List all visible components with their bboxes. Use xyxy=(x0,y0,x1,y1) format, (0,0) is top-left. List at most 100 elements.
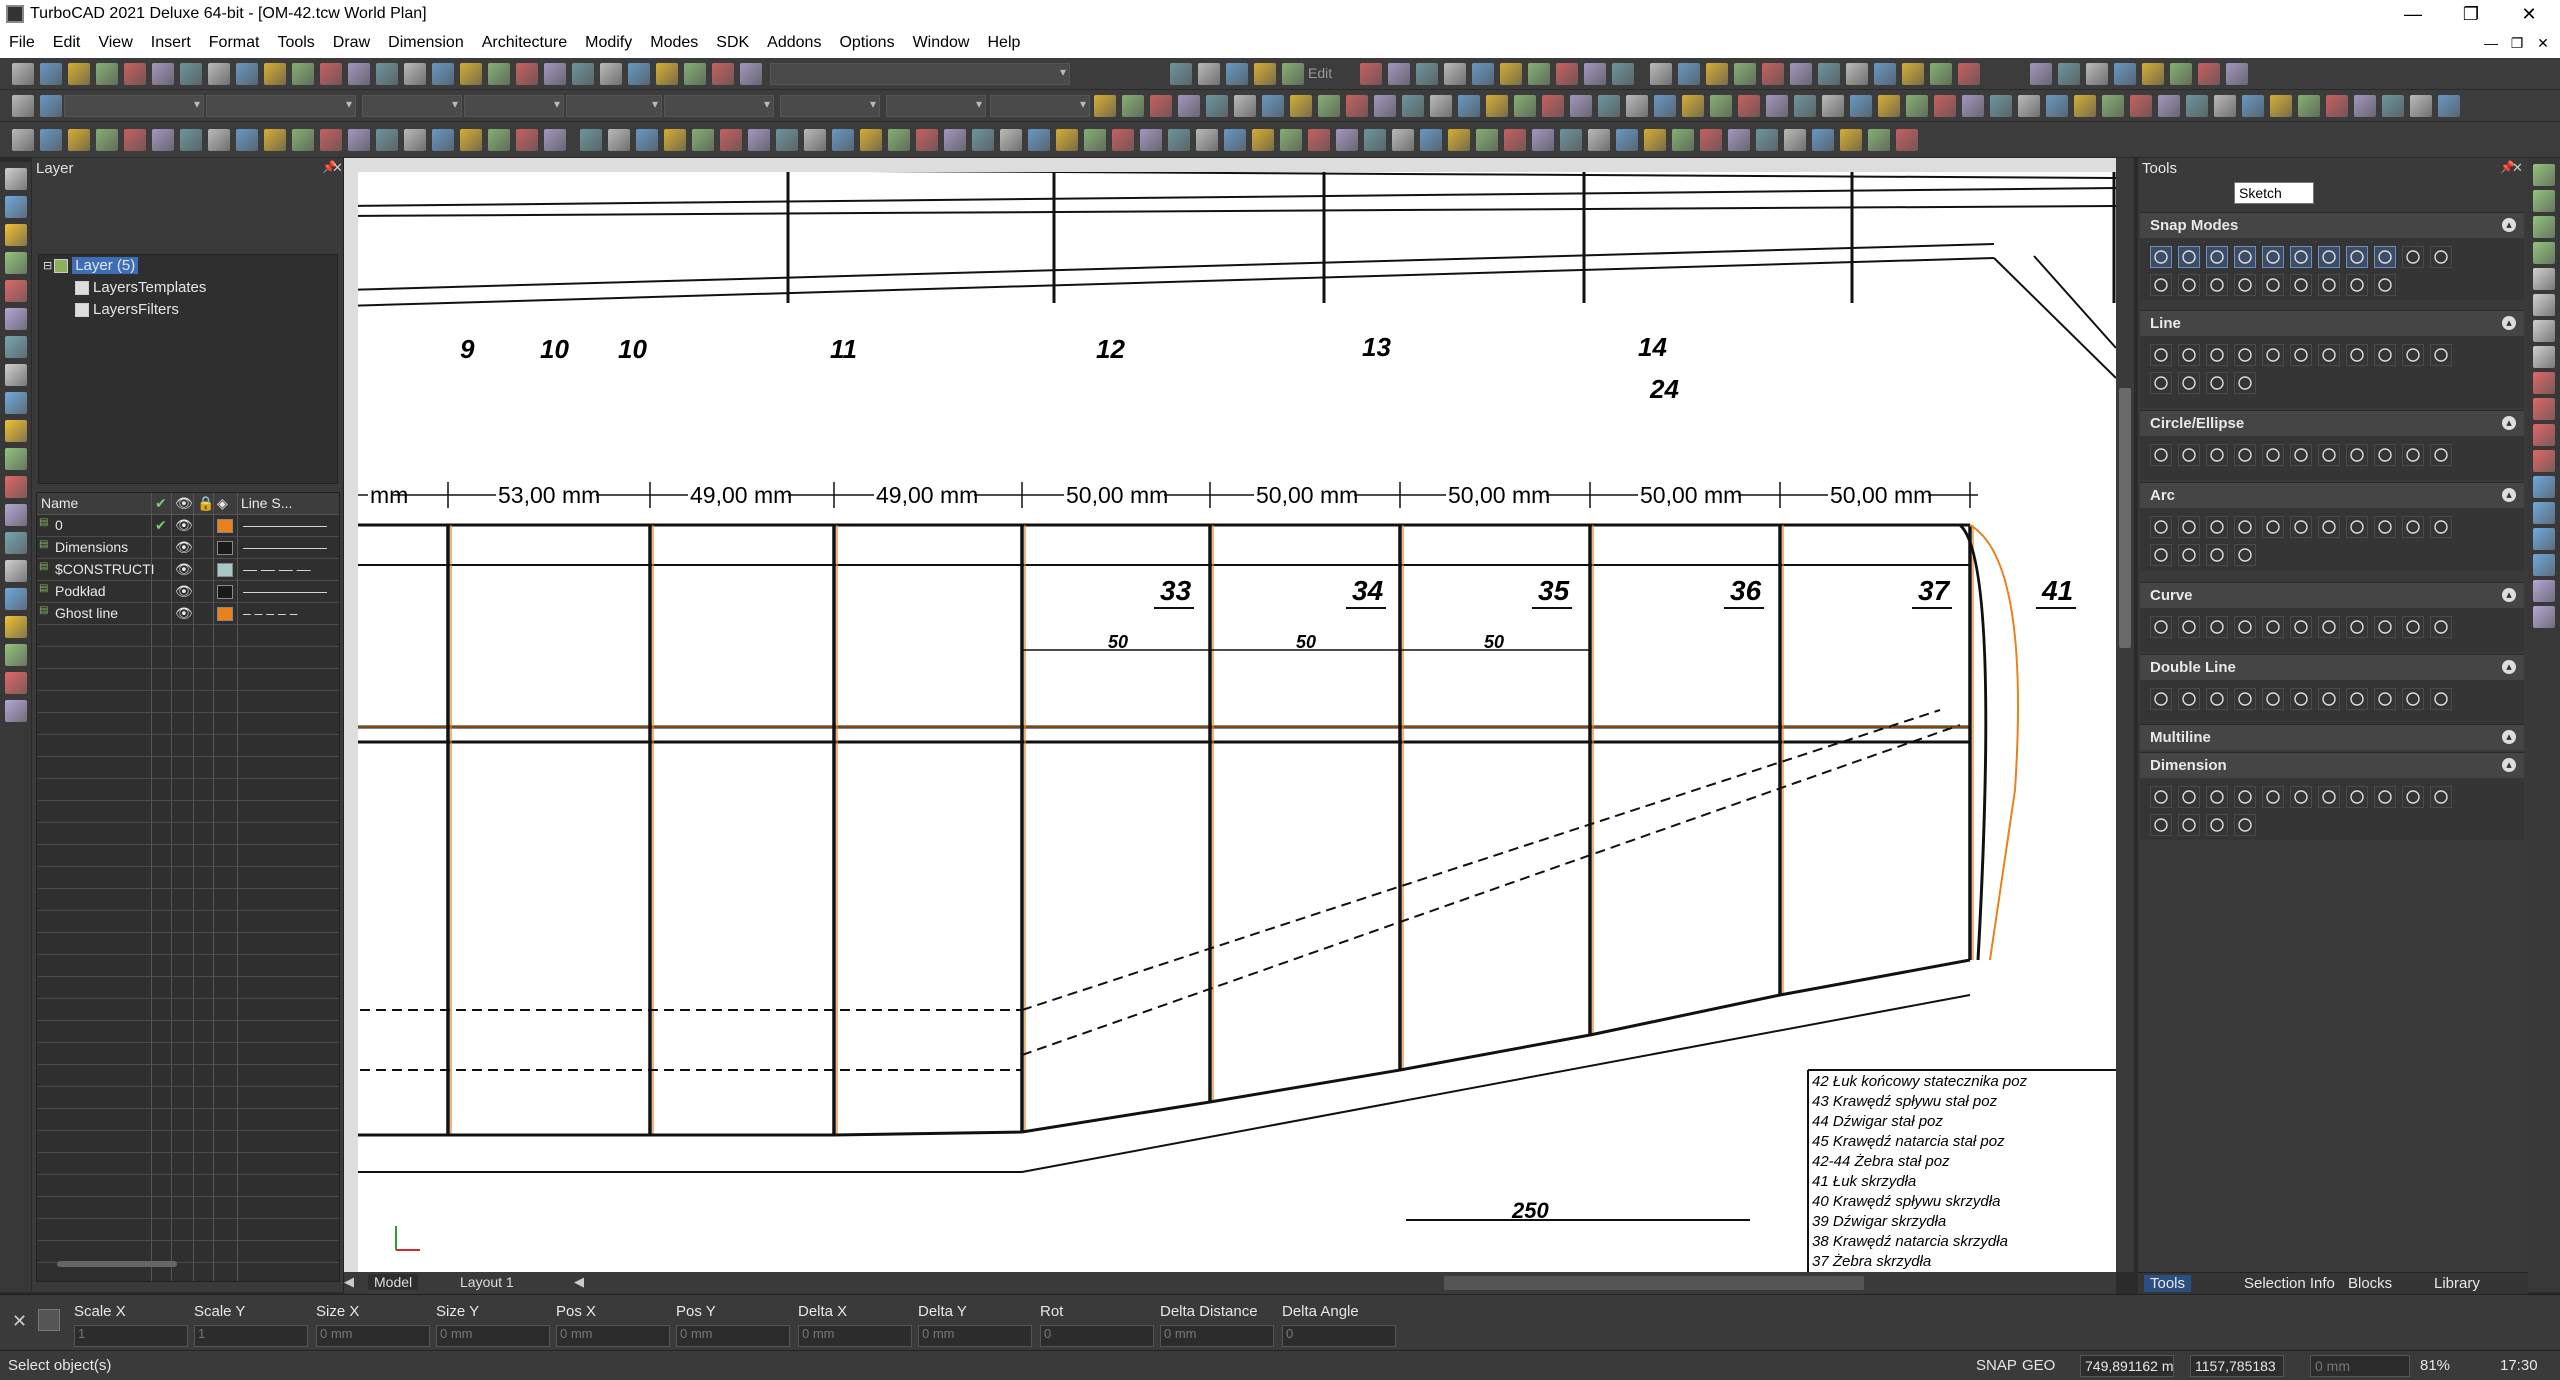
visible-eye-icon[interactable]: 👁 xyxy=(175,539,193,556)
toolbar-tool-icon[interactable] xyxy=(208,129,230,151)
ruler-left[interactable] xyxy=(344,158,358,1290)
toolbar-tool-icon[interactable] xyxy=(2226,63,2248,85)
panel-close-icon[interactable]: ✕ xyxy=(332,160,343,176)
layer-linestyle[interactable]: —————— xyxy=(243,539,327,555)
tool-icon[interactable] xyxy=(2262,444,2284,466)
section-collapse-icon[interactable]: ▴ xyxy=(2502,488,2516,502)
brush-combo[interactable] xyxy=(886,95,986,117)
tool-section-header[interactable]: Circle/Ellipse ▴ xyxy=(2140,410,2524,436)
tool-icon[interactable] xyxy=(2150,274,2172,296)
inspector-input[interactable]: 0 mm xyxy=(316,1325,430,1347)
toolbar-tool-icon[interactable] xyxy=(888,129,910,151)
tool-icon[interactable] xyxy=(2206,786,2228,808)
coord-x-field[interactable]: 749,891162 m xyxy=(2080,1355,2174,1377)
toolbar-tool-icon[interactable] xyxy=(236,63,258,85)
tool-icon[interactable] xyxy=(2290,246,2312,268)
toolbar-tool-icon[interactable] xyxy=(2086,63,2108,85)
tool-icon[interactable] xyxy=(2234,246,2256,268)
tool-icon[interactable] xyxy=(2402,688,2424,710)
mode-combo[interactable]: Sketch xyxy=(2234,182,2314,204)
toolbar-tool-icon[interactable] xyxy=(68,129,90,151)
transparency-combo[interactable] xyxy=(990,95,1090,117)
left-tool-icon[interactable] xyxy=(5,448,27,470)
tool-icon[interactable] xyxy=(2318,616,2340,638)
inspector-input[interactable]: 0 xyxy=(1040,1325,1154,1347)
toolbar-tool-icon[interactable] xyxy=(1122,95,1144,117)
tools-close-icon[interactable]: ✕ xyxy=(2512,160,2523,176)
tool-icon[interactable] xyxy=(2374,688,2396,710)
menu-draw[interactable]: Draw xyxy=(324,34,379,52)
tool-icon[interactable] xyxy=(2234,616,2256,638)
toolbar-tool-icon[interactable] xyxy=(2242,95,2264,117)
left-tool-icon[interactable] xyxy=(5,392,27,414)
tab-scroll-icon[interactable]: ◀ xyxy=(574,1274,584,1290)
toolbar-tool-icon[interactable] xyxy=(1616,129,1638,151)
tool-icon[interactable] xyxy=(2318,688,2340,710)
toolbar-tool-icon[interactable] xyxy=(1958,63,1980,85)
menu-modify[interactable]: Modify xyxy=(576,34,641,52)
toolbar-tool-icon[interactable] xyxy=(2158,95,2180,117)
tool-icon[interactable] xyxy=(2402,516,2424,538)
tab-model[interactable]: Model xyxy=(368,1274,419,1290)
right-strip-icon[interactable] xyxy=(2533,216,2555,238)
tool-icon[interactable] xyxy=(2206,688,2228,710)
scale-combo[interactable] xyxy=(566,95,662,117)
active-check-icon[interactable]: ✔ xyxy=(155,517,167,534)
toolbar-tool-icon[interactable] xyxy=(1254,63,1276,85)
toolbar-tool-icon[interactable] xyxy=(1262,95,1284,117)
tool-icon[interactable] xyxy=(2150,344,2172,366)
toolbar-tool-icon[interactable] xyxy=(712,63,734,85)
menu-tools[interactable]: Tools xyxy=(268,34,323,52)
toolbar-tool-icon[interactable] xyxy=(1458,95,1480,117)
col-color-icon[interactable]: ◈ xyxy=(217,495,228,512)
tool-icon[interactable] xyxy=(2150,372,2172,394)
toolbar-tool-icon[interactable] xyxy=(2114,63,2136,85)
toolbar-tool-icon[interactable] xyxy=(2186,95,2208,117)
toolbar-tool-icon[interactable] xyxy=(1402,95,1424,117)
linewidth-combo[interactable] xyxy=(362,95,462,117)
toolbar-tool-icon[interactable] xyxy=(96,129,118,151)
toolbar-tool-icon[interactable] xyxy=(516,63,538,85)
toolbar-tool-icon[interactable] xyxy=(376,63,398,85)
collapse-icon[interactable]: ⊟ xyxy=(43,259,52,272)
tool-icon[interactable] xyxy=(2318,344,2340,366)
toolbar-tool-icon[interactable] xyxy=(1112,129,1134,151)
toolbar-tool-icon[interactable] xyxy=(1388,63,1410,85)
toolbar-tool-icon[interactable] xyxy=(972,129,994,151)
toolbar-tool-icon[interactable] xyxy=(1392,129,1414,151)
tab-selection-info[interactable]: Selection Info xyxy=(2244,1275,2335,1292)
toolbar-tool-icon[interactable] xyxy=(1728,129,1750,151)
toolbar-tool-icon[interactable] xyxy=(376,129,398,151)
layer-color-swatch[interactable] xyxy=(217,607,233,621)
right-strip-icon[interactable] xyxy=(2533,398,2555,420)
coord-y-field[interactable]: 1157,785183 xyxy=(2190,1355,2284,1377)
section-collapse-icon[interactable]: ▴ xyxy=(2502,316,2516,330)
toolbar-tool-icon[interactable] xyxy=(516,129,538,151)
tree-item-filters[interactable]: LayersFilters xyxy=(75,301,179,318)
tool-icon[interactable] xyxy=(2178,246,2200,268)
toolbar-tool-icon[interactable] xyxy=(2046,95,2068,117)
inspector-input[interactable]: 1 xyxy=(74,1325,188,1347)
toolbar-tool-icon[interactable] xyxy=(656,63,678,85)
visible-eye-icon[interactable]: 👁 xyxy=(175,561,193,578)
snap-indicator[interactable]: SNAP xyxy=(1976,1357,2017,1374)
toolbar-tool-icon[interactable] xyxy=(348,63,370,85)
right-strip-icon[interactable] xyxy=(2533,476,2555,498)
toolbar-tool-icon[interactable] xyxy=(1588,129,1610,151)
vertical-scrollbar[interactable] xyxy=(2116,158,2134,1272)
layer-name[interactable]: $CONSTRUCTI xyxy=(55,561,155,577)
toolbar-tool-icon[interactable] xyxy=(292,129,314,151)
right-strip-icon[interactable] xyxy=(2533,502,2555,524)
toolbar-tool-icon[interactable] xyxy=(1094,95,1116,117)
tool-icon[interactable] xyxy=(2234,544,2256,566)
right-strip-icon[interactable] xyxy=(2533,528,2555,550)
left-tool-icon[interactable] xyxy=(5,700,27,722)
tab-layout-1[interactable]: Layout 1 xyxy=(454,1274,520,1290)
toolbar-tool-icon[interactable] xyxy=(684,63,706,85)
toolbar-tool-icon[interactable] xyxy=(40,63,62,85)
color-combo[interactable] xyxy=(64,95,204,117)
tool-icon[interactable] xyxy=(2150,246,2172,268)
right-strip-icon[interactable] xyxy=(2533,554,2555,576)
toolbar-tool-icon[interactable] xyxy=(1476,129,1498,151)
tool-icon[interactable] xyxy=(2318,516,2340,538)
